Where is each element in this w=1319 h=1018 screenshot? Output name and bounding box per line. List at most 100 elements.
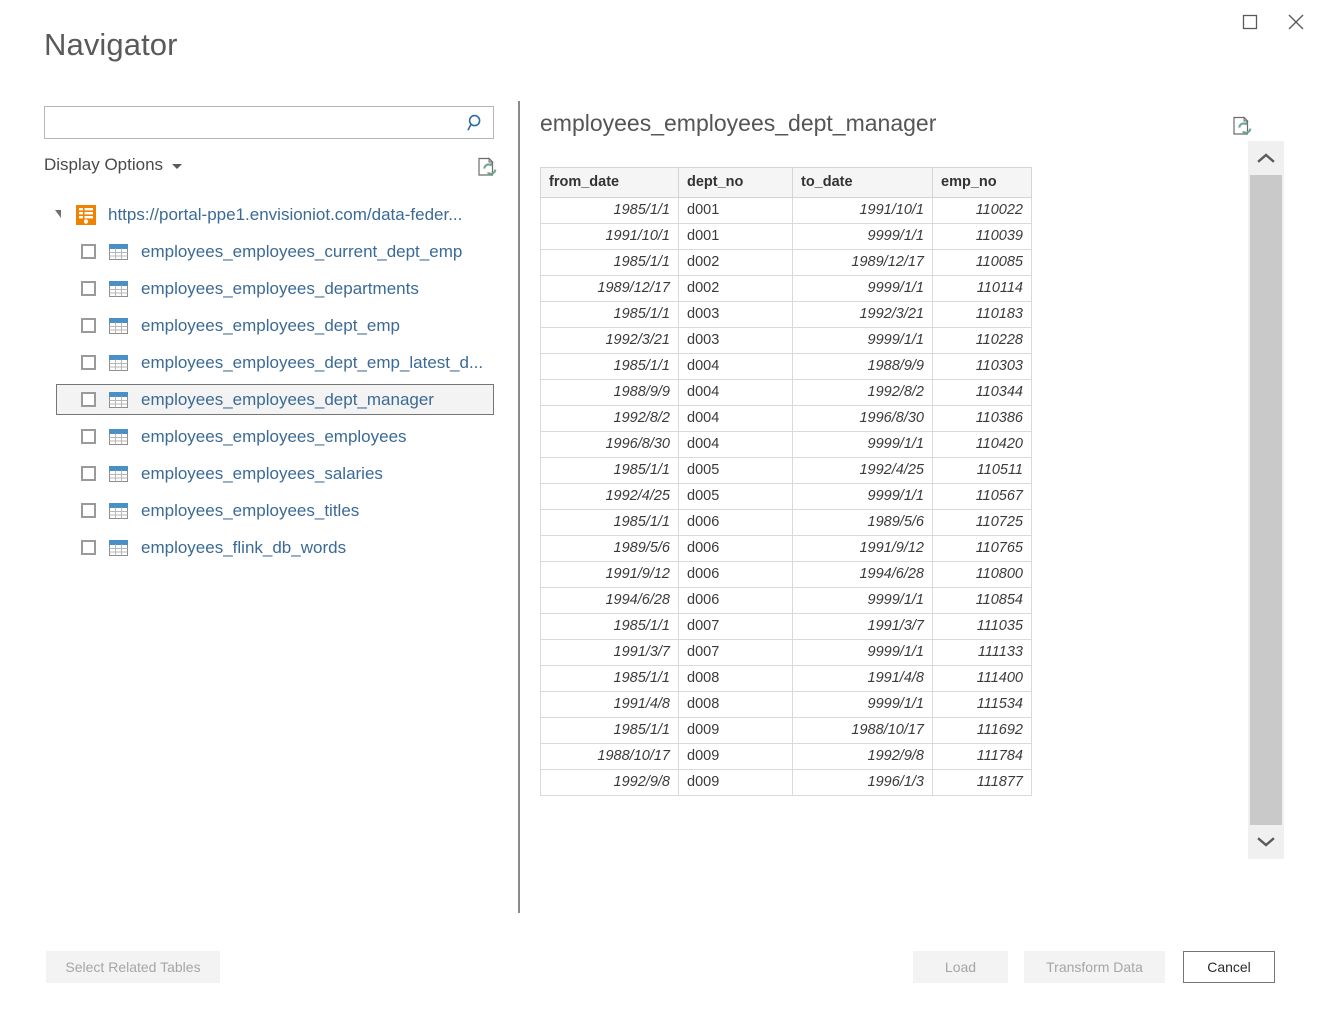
close-button[interactable]	[1273, 4, 1319, 40]
table-cell-from-date: 1989/12/17	[541, 276, 679, 302]
tree-root-node[interactable]: https://portal-ppe1.envisioniot.com/data…	[44, 199, 494, 230]
page-title: Navigator	[44, 27, 178, 63]
preview-vertical-scrollbar[interactable]	[1248, 141, 1284, 859]
column-header-from-date[interactable]: from_date	[541, 168, 679, 198]
display-options-dropdown[interactable]: Display Options	[44, 155, 182, 175]
table-cell-dept-no: d004	[679, 432, 793, 458]
tree-item-departments[interactable]: employees_employees_departments	[44, 273, 494, 304]
tree-item-flink-db-words[interactable]: employees_flink_db_words	[44, 532, 494, 563]
table-row: 1989/12/17d0029999/1/1110114	[541, 276, 1032, 302]
scrollbar-thumb[interactable]	[1250, 175, 1282, 825]
tree-item-titles[interactable]: employees_employees_titles	[44, 495, 494, 526]
refresh-document-icon	[476, 156, 498, 178]
column-header-to-date[interactable]: to_date	[793, 168, 933, 198]
table-cell-from-date: 1996/8/30	[541, 432, 679, 458]
tree-item-dept-manager[interactable]: employees_employees_dept_manager	[56, 384, 494, 415]
table-cell-dept-no: d008	[679, 666, 793, 692]
table-checkbox[interactable]	[81, 355, 96, 370]
pane-divider[interactable]	[518, 101, 520, 913]
table-cell-dept-no: d001	[679, 224, 793, 250]
load-button[interactable]: Load	[913, 951, 1008, 983]
table-cell-to-date: 1991/3/7	[793, 614, 933, 640]
table-cell-to-date: 1991/9/12	[793, 536, 933, 562]
tree-item-label: employees_employees_dept_emp	[141, 316, 400, 336]
table-row: 1994/6/28d0069999/1/1110854	[541, 588, 1032, 614]
table-cell-to-date: 1989/5/6	[793, 510, 933, 536]
table-icon	[109, 392, 128, 408]
table-cell-to-date: 1992/8/2	[793, 380, 933, 406]
table-row: 1988/10/17d0091992/9/8111784	[541, 744, 1032, 770]
column-header-dept-no[interactable]: dept_no	[679, 168, 793, 198]
table-cell-emp-no: 110039	[933, 224, 1032, 250]
table-cell-to-date: 1988/10/17	[793, 718, 933, 744]
table-row: 1992/9/8d0091996/1/3111877	[541, 770, 1032, 796]
tree-item-label: employees_employees_employees	[141, 427, 407, 447]
table-cell-emp-no: 110303	[933, 354, 1032, 380]
search-input[interactable]	[45, 107, 460, 138]
display-options-label: Display Options	[44, 155, 163, 175]
table-icon	[109, 281, 128, 297]
table-cell-to-date: 9999/1/1	[793, 588, 933, 614]
maximize-button[interactable]	[1227, 4, 1273, 40]
transform-data-button[interactable]: Transform Data	[1024, 951, 1165, 983]
table-cell-from-date: 1985/1/1	[541, 666, 679, 692]
table-cell-emp-no: 110344	[933, 380, 1032, 406]
table-checkbox[interactable]	[81, 503, 96, 518]
left-pane: Display Options	[44, 106, 496, 563]
table-cell-emp-no: 111877	[933, 770, 1032, 796]
preview-table-body: 1985/1/1d0011991/10/11100221991/10/1d001…	[541, 198, 1032, 796]
table-row: 1985/1/1d0061989/5/6110725	[541, 510, 1032, 536]
table-checkbox[interactable]	[81, 466, 96, 481]
tree-item-employees[interactable]: employees_employees_employees	[44, 421, 494, 452]
table-icon	[109, 466, 128, 482]
table-checkbox[interactable]	[81, 244, 96, 259]
table-cell-dept-no: d005	[679, 458, 793, 484]
table-cell-dept-no: d009	[679, 718, 793, 744]
table-cell-emp-no: 110228	[933, 328, 1032, 354]
column-header-emp-no[interactable]: emp_no	[933, 168, 1032, 198]
maximize-icon	[1242, 14, 1258, 30]
preview-table-wrap: from_date dept_no to_date emp_no 1985/1/…	[540, 167, 1285, 796]
table-cell-to-date: 1992/4/25	[793, 458, 933, 484]
search-box[interactable]	[44, 106, 494, 139]
table-cell-from-date: 1985/1/1	[541, 614, 679, 640]
search-button[interactable]	[463, 111, 489, 135]
scroll-down-button[interactable]	[1248, 825, 1284, 859]
table-icon	[109, 503, 128, 519]
select-related-tables-button[interactable]: Select Related Tables	[46, 951, 220, 983]
tree-item-dept-emp-latest-date[interactable]: employees_employees_dept_emp_latest_d...	[44, 347, 494, 378]
table-cell-from-date: 1985/1/1	[541, 198, 679, 224]
tree-expander[interactable]	[50, 207, 66, 223]
refresh-preview-left-button[interactable]	[472, 153, 502, 181]
table-cell-emp-no: 110854	[933, 588, 1032, 614]
table-icon	[109, 355, 128, 371]
table-row: 1992/3/21d0039999/1/1110228	[541, 328, 1032, 354]
table-checkbox[interactable]	[81, 281, 96, 296]
table-cell-from-date: 1989/5/6	[541, 536, 679, 562]
table-cell-emp-no: 110085	[933, 250, 1032, 276]
table-checkbox[interactable]	[81, 540, 96, 555]
table-cell-emp-no: 110022	[933, 198, 1032, 224]
tree-item-current-dept-emp[interactable]: employees_employees_current_dept_emp	[44, 236, 494, 267]
table-cell-to-date: 9999/1/1	[793, 692, 933, 718]
table-row: 1985/1/1d0051992/4/25110511	[541, 458, 1032, 484]
table-cell-emp-no: 110725	[933, 510, 1032, 536]
table-checkbox[interactable]	[81, 392, 96, 407]
scroll-up-button[interactable]	[1248, 141, 1284, 175]
refresh-preview-button[interactable]	[1227, 112, 1257, 140]
tree-item-salaries[interactable]: employees_employees_salaries	[44, 458, 494, 489]
table-cell-dept-no: d008	[679, 692, 793, 718]
table-cell-emp-no: 110114	[933, 276, 1032, 302]
tree-item-dept-emp[interactable]: employees_employees_dept_emp	[44, 310, 494, 341]
tree-item-label: employees_flink_db_words	[141, 538, 346, 558]
table-checkbox[interactable]	[81, 429, 96, 444]
table-row: 1985/1/1d0091988/10/17111692	[541, 718, 1032, 744]
table-checkbox[interactable]	[81, 318, 96, 333]
table-cell-emp-no: 110511	[933, 458, 1032, 484]
table-cell-to-date: 9999/1/1	[793, 432, 933, 458]
cancel-button[interactable]: Cancel	[1183, 951, 1275, 983]
table-cell-from-date: 1994/6/28	[541, 588, 679, 614]
table-cell-to-date: 1992/3/21	[793, 302, 933, 328]
table-row: 1985/1/1d0071991/3/7111035	[541, 614, 1032, 640]
table-cell-emp-no: 110800	[933, 562, 1032, 588]
